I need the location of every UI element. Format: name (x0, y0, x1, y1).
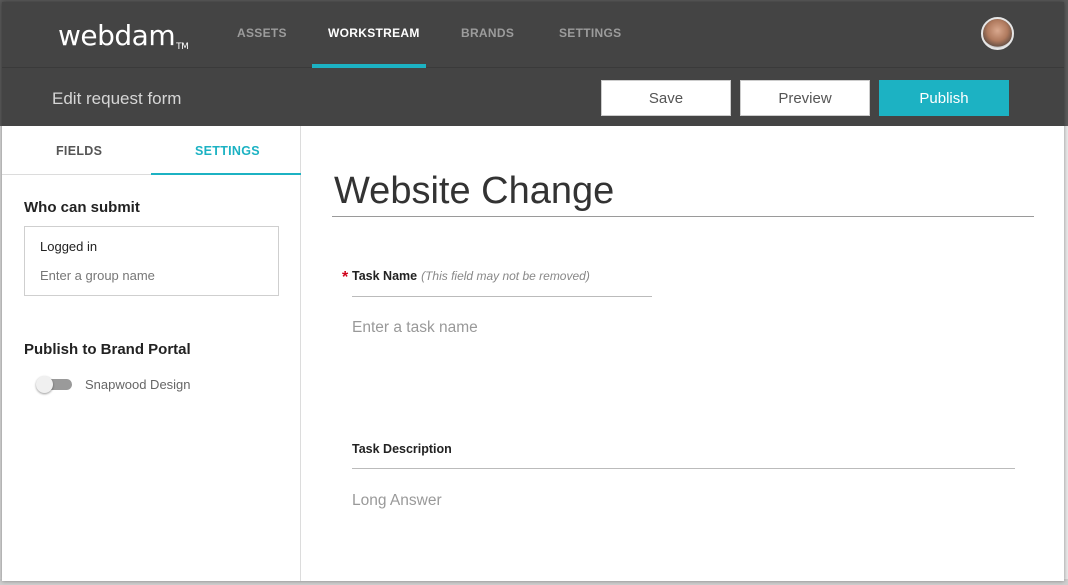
form-canvas: Website Change * Task Name (This field ma… (302, 126, 1064, 581)
tab-settings[interactable]: SETTINGS (195, 144, 260, 158)
user-avatar[interactable] (981, 17, 1014, 50)
task-description-rule (352, 468, 1015, 469)
form-toolbar: Edit request form Save Preview Publish (2, 68, 1064, 126)
nav-tab-assets[interactable]: ASSETS (237, 26, 287, 40)
tab-fields[interactable]: FIELDS (56, 144, 102, 158)
task-description-input[interactable]: Long Answer (352, 492, 442, 510)
toggle-knob (36, 376, 53, 393)
left-panel: FIELDS SETTINGS Who can submit Logged in… (2, 126, 301, 581)
task-name-label: Task Name (This field may not be removed) (352, 269, 590, 283)
webdam-logo[interactable]: webdamTM (58, 19, 189, 52)
active-tab-indicator (151, 173, 301, 175)
task-description-label: Task Description (352, 442, 452, 456)
page-title: Edit request form (52, 89, 182, 108)
publish-button[interactable]: Publish (879, 80, 1009, 116)
save-button[interactable]: Save (601, 80, 731, 116)
top-navigation: webdamTM ASSETS WORKSTREAM BRANDS SETTIN… (2, 2, 1064, 68)
who-can-submit-heading: Who can submit (24, 199, 140, 216)
preview-button[interactable]: Preview (740, 80, 870, 116)
title-divider (332, 216, 1034, 217)
who-can-submit-value[interactable]: Logged in (40, 239, 97, 254)
nav-tab-brands[interactable]: BRANDS (461, 26, 514, 40)
edit-request-form-window: webdamTM ASSETS WORKSTREAM BRANDS SETTIN… (2, 2, 1064, 581)
group-name-input[interactable]: Enter a group name (40, 268, 155, 283)
task-name-input[interactable]: Enter a task name (352, 319, 478, 337)
brand-portal-toggle-label: Snapwood Design (85, 377, 191, 392)
brand-portal-toggle[interactable] (36, 376, 72, 393)
task-name-note: (This field may not be removed) (421, 269, 590, 283)
form-title[interactable]: Website Change (334, 170, 614, 213)
who-can-submit-box[interactable]: Logged in Enter a group name (24, 226, 279, 296)
publish-brand-portal-heading: Publish to Brand Portal (24, 341, 191, 358)
task-name-rule (352, 296, 652, 297)
required-asterisk: * (342, 269, 349, 286)
nav-tab-workstream[interactable]: WORKSTREAM (328, 26, 420, 40)
nav-tab-settings[interactable]: SETTINGS (559, 26, 621, 40)
